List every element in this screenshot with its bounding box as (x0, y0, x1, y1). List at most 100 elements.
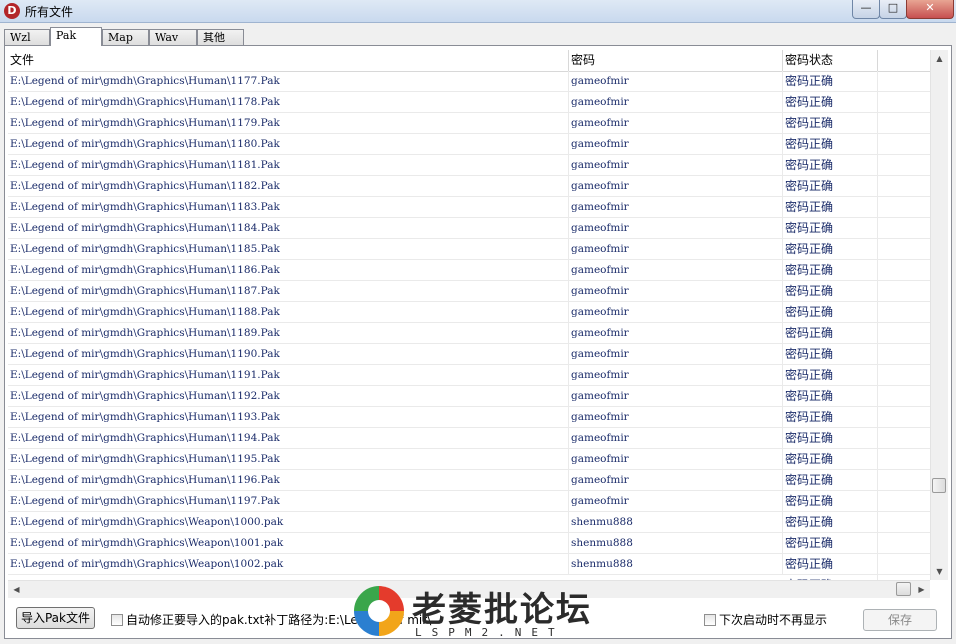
window-title: 所有文件 (25, 5, 74, 19)
column-header-file[interactable]: 文件 (8, 50, 569, 71)
file-path-cell: E:\Legend of mir\gmdh\Graphics\Human\118… (8, 302, 569, 322)
password-status-cell: 密码正确 (783, 134, 878, 154)
vertical-scrollbar[interactable]: ▲ ▼ (930, 50, 948, 580)
table-row[interactable]: E:\Legend of mir\gmdh\Graphics\Weapon\10… (8, 554, 930, 575)
table-row[interactable]: E:\Legend of mir\gmdh\Graphics\Human\118… (8, 239, 930, 260)
password-status-cell: 密码正确 (783, 218, 878, 238)
column-header-password-status[interactable]: 密码状态 (783, 50, 878, 71)
password-cell: gameofmir (569, 239, 783, 259)
password-status-cell: 密码正确 (783, 281, 878, 301)
password-cell: gameofmir (569, 386, 783, 406)
file-table: 文件 密码 密码状态 E:\Legend of mir\gmdh\Graphic… (8, 50, 930, 580)
column-header-password[interactable]: 密码 (569, 50, 783, 71)
password-cell: gameofmir (569, 260, 783, 280)
horizontal-scroll-thumb[interactable] (896, 582, 911, 596)
file-path-cell: E:\Legend of mir\gmdh\Graphics\Human\119… (8, 386, 569, 406)
password-cell: gameofmir (569, 365, 783, 385)
password-status-cell: 密码正确 (783, 302, 878, 322)
password-status-cell: 密码正确 (783, 323, 878, 343)
tab-pak[interactable]: Pak (50, 27, 102, 46)
table-row[interactable]: E:\Legend of mir\gmdh\Graphics\Human\118… (8, 218, 930, 239)
password-status-cell: 密码正确 (783, 155, 878, 175)
password-cell: gameofmir (569, 71, 783, 91)
table-row[interactable]: E:\Legend of mir\gmdh\Graphics\Human\119… (8, 470, 930, 491)
maximize-button[interactable]: □ (879, 0, 907, 19)
password-cell: shenmu888 (569, 533, 783, 553)
table-row[interactable]: E:\Legend of mir\gmdh\Graphics\Human\119… (8, 449, 930, 470)
tab-map[interactable]: Map (102, 29, 149, 45)
table-row[interactable]: E:\Legend of mir\gmdh\Graphics\Human\119… (8, 344, 930, 365)
minimize-button[interactable]: — (852, 0, 880, 19)
table-row[interactable]: E:\Legend of mir\gmdh\Graphics\Weapon\10… (8, 512, 930, 533)
file-path-cell: E:\Legend of mir\gmdh\Graphics\Human\118… (8, 176, 569, 196)
password-cell: gameofmir (569, 491, 783, 511)
password-status-cell: 密码正确 (783, 554, 878, 574)
scroll-up-icon[interactable]: ▲ (931, 50, 948, 67)
table-row[interactable]: E:\Legend of mir\gmdh\Graphics\Human\118… (8, 302, 930, 323)
table-row[interactable]: E:\Legend of mir\gmdh\Graphics\Human\118… (8, 281, 930, 302)
password-cell: gameofmir (569, 323, 783, 343)
auto-fix-checkbox[interactable] (111, 614, 123, 626)
table-row[interactable]: E:\Legend of mir\gmdh\Graphics\Weapon\10… (8, 533, 930, 554)
table-row[interactable]: E:\Legend of mir\gmdh\Graphics\Human\118… (8, 323, 930, 344)
table-row[interactable]: E:\Legend of mir\gmdh\Graphics\Human\118… (8, 197, 930, 218)
import-pak-button[interactable]: 导入Pak文件 (16, 607, 95, 629)
password-cell: gameofmir (569, 407, 783, 427)
close-button[interactable]: ✕ (906, 0, 954, 19)
file-path-cell: E:\Legend of mir\gmdh\Graphics\Human\119… (8, 365, 569, 385)
password-status-cell: 密码正确 (783, 260, 878, 280)
file-path-cell: E:\Legend of mir\gmdh\Graphics\Human\118… (8, 134, 569, 154)
forum-watermark: 老菱批论坛 LSPM2.NET (350, 582, 606, 642)
vertical-scroll-thumb[interactable] (932, 478, 946, 493)
scroll-down-icon[interactable]: ▼ (931, 563, 948, 580)
table-row[interactable]: E:\Legend of mir\gmdh\Graphics\Human\117… (8, 92, 930, 113)
file-path-cell: E:\Legend of mir\gmdh\Graphics\Human\119… (8, 407, 569, 427)
table-row[interactable]: E:\Legend of mir\gmdh\Graphics\Human\118… (8, 176, 930, 197)
password-status-cell: 密码正确 (783, 533, 878, 553)
password-status-cell: 密码正确 (783, 176, 878, 196)
file-path-cell: E:\Legend of mir\gmdh\Graphics\Human\119… (8, 470, 569, 490)
table-row[interactable]: E:\Legend of mir\gmdh\Graphics\Human\119… (8, 428, 930, 449)
table-row[interactable]: E:\Legend of mir\gmdh\Graphics\Human\117… (8, 71, 930, 92)
watermark-subtext: LSPM2.NET (415, 626, 565, 639)
file-path-cell: E:\Legend of mir\gmdh\Graphics\Human\118… (8, 239, 569, 259)
scroll-left-icon[interactable]: ◀ (8, 581, 25, 598)
tab-other[interactable]: 其他 (197, 29, 244, 45)
save-button[interactable]: 保存 (863, 609, 937, 631)
table-row[interactable]: E:\Legend of mir\gmdh\Graphics\Human\117… (8, 113, 930, 134)
table-row[interactable]: E:\Legend of mir\gmdh\Graphics\Human\119… (8, 407, 930, 428)
password-cell: gameofmir (569, 428, 783, 448)
no-show-checkbox[interactable] (704, 614, 716, 626)
file-path-cell: E:\Legend of mir\gmdh\Graphics\Human\117… (8, 92, 569, 112)
table-header: 文件 密码 密码状态 (8, 50, 930, 72)
table-row[interactable]: E:\Legend of mir\gmdh\Graphics\Human\119… (8, 365, 930, 386)
password-cell: gameofmir (569, 449, 783, 469)
password-status-cell: 密码正确 (783, 197, 878, 217)
password-status-cell: 密码正确 (783, 470, 878, 490)
scroll-right-icon[interactable]: ▶ (913, 581, 930, 598)
password-status-cell: 密码正确 (783, 386, 878, 406)
file-path-cell: E:\Legend of mir\gmdh\Graphics\Human\117… (8, 113, 569, 133)
password-status-cell: 密码正确 (783, 71, 878, 91)
table-row[interactable]: E:\Legend of mir\gmdh\Graphics\Human\118… (8, 155, 930, 176)
file-path-cell: E:\Legend of mir\gmdh\Graphics\Human\118… (8, 218, 569, 238)
password-status-cell: 密码正确 (783, 512, 878, 532)
tab-wzl[interactable]: Wzl (4, 29, 50, 45)
password-cell: gameofmir (569, 197, 783, 217)
password-status-cell: 密码正确 (783, 449, 878, 469)
password-status-cell: 密码正确 (783, 407, 878, 427)
file-path-cell: E:\Legend of mir\gmdh\Graphics\Human\118… (8, 281, 569, 301)
watermark-logo-icon (354, 586, 404, 636)
password-cell: gameofmir (569, 470, 783, 490)
table-row[interactable]: E:\Legend of mir\gmdh\Graphics\Human\119… (8, 491, 930, 512)
table-row[interactable]: E:\Legend of mir\gmdh\Graphics\Human\118… (8, 134, 930, 155)
table-row[interactable]: E:\Legend of mir\gmdh\Graphics\Human\119… (8, 386, 930, 407)
password-status-cell: 密码正确 (783, 428, 878, 448)
file-path-cell: E:\Legend of mir\gmdh\Graphics\Human\118… (8, 155, 569, 175)
password-status-cell: 密码正确 (783, 491, 878, 511)
password-cell: gameofmir (569, 92, 783, 112)
table-row[interactable]: E:\Legend of mir\gmdh\Graphics\Human\118… (8, 260, 930, 281)
no-show-label: 下次启动时不再显示 (719, 613, 828, 627)
file-path-cell: E:\Legend of mir\gmdh\Graphics\Weapon\10… (8, 512, 569, 532)
tab-wav[interactable]: Wav (149, 29, 197, 45)
